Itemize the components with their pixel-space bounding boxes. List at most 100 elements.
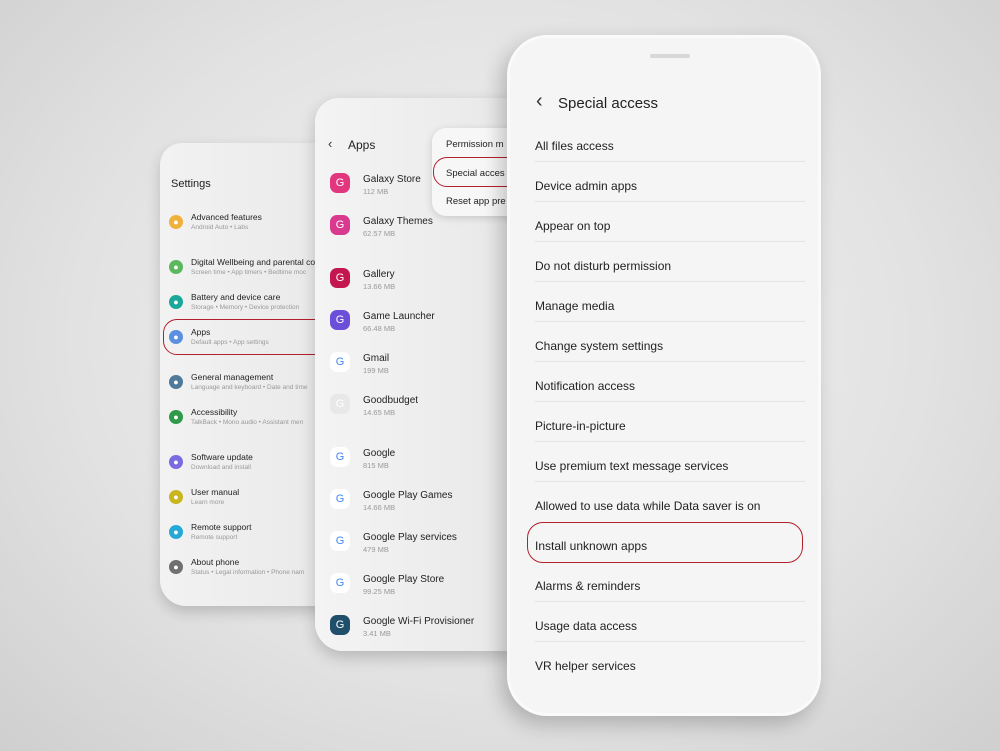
special-access-title: Special access (558, 95, 659, 112)
info-icon: ● (169, 560, 183, 574)
divider (535, 201, 805, 202)
app-size: 199 MB (363, 366, 389, 375)
app-name[interactable]: Google (363, 448, 395, 459)
app-size: 66.48 MB (363, 324, 396, 333)
app-size: 99.25 MB (363, 587, 396, 596)
settings-item-label[interactable]: Battery and device care (191, 292, 280, 302)
app-name[interactable]: Gmail (363, 353, 389, 364)
play-store-icon: G (330, 573, 350, 593)
goodbudget-icon: G (330, 394, 350, 414)
brush-icon: G (330, 215, 350, 235)
divider (535, 601, 805, 602)
app-size: 13.66 MB (363, 282, 396, 291)
special-access-item[interactable]: Install unknown apps (535, 539, 647, 553)
app-name[interactable]: Goodbudget (363, 395, 418, 406)
app-name[interactable]: Galaxy Store (363, 174, 421, 185)
special-access-item[interactable]: Picture-in-picture (535, 419, 626, 433)
app-name[interactable]: Game Launcher (363, 311, 435, 322)
apps-title: Apps (348, 138, 376, 152)
gear-plus-icon: ● (169, 215, 183, 229)
settings-item-label[interactable]: Accessibility (191, 407, 237, 417)
divider (535, 641, 805, 642)
back-icon[interactable]: ‹ (328, 136, 332, 151)
app-name[interactable]: Google Wi-Fi Provisioner (363, 616, 474, 627)
settings-item-label[interactable]: Advanced features (191, 212, 262, 222)
play-services-icon: G (330, 531, 350, 551)
app-size: 3.41 MB (363, 629, 391, 638)
settings-title: Settings (171, 178, 211, 190)
menu-item-special-access[interactable]: Special acces (446, 168, 505, 179)
back-icon[interactable]: ‹ (536, 90, 543, 113)
software-update-icon: ● (169, 455, 183, 469)
divider (535, 161, 805, 162)
app-size: 815 MB (363, 461, 389, 470)
settings-item-sub: Learn more (191, 499, 225, 506)
speaker-notch (650, 54, 690, 58)
special-access-item[interactable]: Do not disturb permission (535, 259, 671, 273)
special-access-item[interactable]: Device admin apps (535, 179, 637, 193)
manual-icon: ● (169, 490, 183, 504)
more-options-menu: Permission m Special acces Reset app pre (432, 128, 515, 216)
special-access-item[interactable]: Usage data access (535, 619, 637, 633)
special-access-item[interactable]: Alarms & reminders (535, 579, 640, 593)
gmail-icon: G (330, 352, 350, 372)
special-access-screen: ‹ Special access All files access Device … (507, 35, 821, 716)
settings-screen: Settings ● Advanced features Android Aut… (160, 143, 335, 606)
settings-item-label[interactable]: Software update (191, 452, 253, 462)
menu-item-permission-manager[interactable]: Permission m (446, 139, 504, 150)
app-size: 112 MB (363, 187, 389, 196)
app-name[interactable]: Google Play Store (363, 574, 444, 585)
play-games-icon: G (330, 489, 350, 509)
settings-item-label[interactable]: User manual (191, 487, 239, 497)
settings-item-label[interactable]: Digital Wellbeing and parental co (191, 257, 315, 267)
settings-item-sub: Language and keyboard • Date and time (191, 384, 308, 391)
app-name[interactable]: Google Play services (363, 532, 457, 543)
special-access-item[interactable]: Notification access (535, 379, 635, 393)
special-access-item[interactable]: All files access (535, 139, 614, 153)
settings-item-label[interactable]: General management (191, 372, 273, 382)
divider (535, 481, 805, 482)
app-size: 62.57 MB (363, 229, 396, 238)
special-access-item[interactable]: Allowed to use data while Data saver is … (535, 499, 760, 513)
app-name[interactable]: Gallery (363, 269, 395, 280)
flower-icon: G (330, 268, 350, 288)
special-access-item[interactable]: Appear on top (535, 219, 610, 233)
game-icon: G (330, 310, 350, 330)
app-size: 14.66 MB (363, 503, 396, 512)
special-access-item[interactable]: Use premium text message services (535, 459, 728, 473)
settings-item-sub: TalkBack • Mono audio • Assistant men (191, 419, 304, 426)
settings-item-sub: Download and install (191, 464, 251, 471)
settings-item-label[interactable]: Remote support (191, 522, 251, 532)
menu-item-reset-app-preferences[interactable]: Reset app pre (446, 196, 506, 207)
android-icon: G (330, 615, 350, 635)
divider (535, 321, 805, 322)
sliders-icon: ● (169, 375, 183, 389)
apps-highlight (163, 319, 335, 355)
app-name[interactable]: Google Play Games (363, 490, 453, 501)
accessibility-icon: ● (169, 410, 183, 424)
app-name[interactable]: Galaxy Themes (363, 216, 433, 227)
app-size: 479 MB (363, 545, 389, 554)
bag-icon: G (330, 173, 350, 193)
divider (535, 441, 805, 442)
wellbeing-icon: ● (169, 260, 183, 274)
settings-item-label[interactable]: About phone (191, 557, 239, 567)
divider (535, 401, 805, 402)
settings-item-sub: Screen time • App timers • Bedtime moc (191, 269, 307, 276)
google-icon: G (330, 447, 350, 467)
special-access-item[interactable]: VR helper services (535, 659, 636, 673)
settings-item-sub: Remote support (191, 534, 238, 541)
special-access-item[interactable]: Change system settings (535, 339, 663, 353)
settings-item-label[interactable]: Apps (191, 327, 210, 337)
battery-care-icon: ● (169, 295, 183, 309)
settings-item-sub: Storage • Memory • Device protection (191, 304, 300, 311)
apps-grid-icon: ● (169, 330, 183, 344)
settings-item-sub: Status • Legal information • Phone nam (191, 569, 305, 576)
divider (535, 241, 805, 242)
settings-item-sub: Android Auto • Labs (191, 224, 249, 231)
app-size: 14.65 MB (363, 408, 396, 417)
special-access-item[interactable]: Manage media (535, 299, 614, 313)
divider (535, 361, 805, 362)
settings-item-sub: Default apps • App settings (191, 339, 269, 346)
divider (535, 281, 805, 282)
